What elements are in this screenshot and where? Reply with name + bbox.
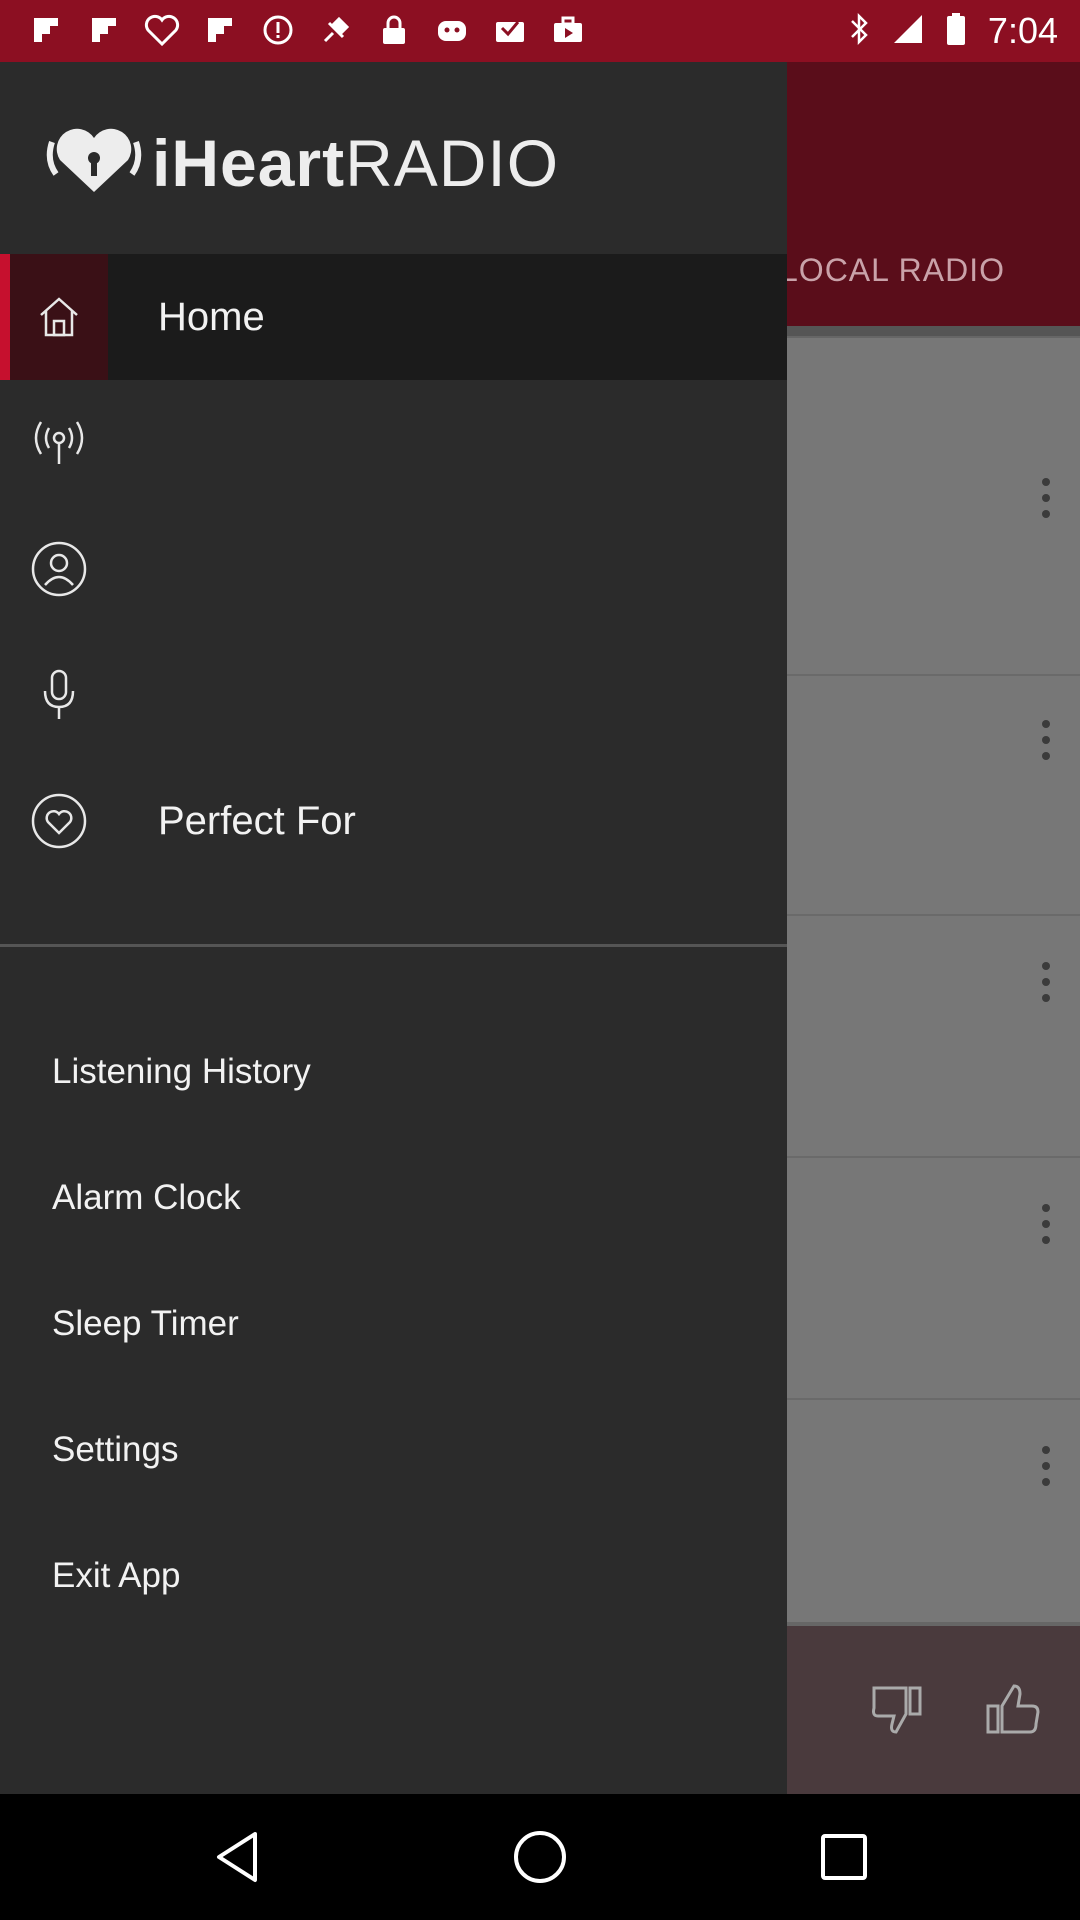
menu-item-exit-app[interactable]: Exit App	[0, 1521, 787, 1631]
nav-item-home[interactable]: Home	[0, 254, 787, 380]
heart-icon	[10, 758, 108, 884]
menu-item-label: Alarm Clock	[52, 1178, 241, 1217]
alert-icon	[260, 12, 296, 48]
active-indicator	[0, 254, 10, 380]
tab-local-radio[interactable]: LOCAL RADIO	[780, 252, 1005, 289]
more-options-icon[interactable]	[1040, 962, 1052, 1002]
notification-icons	[28, 12, 586, 48]
logo-wordmark-light: RADIO	[345, 125, 560, 200]
status-bar: 7:04	[0, 0, 1080, 62]
iheartradio-logo: iHeartRADIO	[46, 124, 559, 201]
more-options-icon[interactable]	[1040, 1446, 1052, 1486]
nav-item-live-radio[interactable]	[0, 380, 787, 506]
back-icon[interactable]	[208, 1827, 268, 1887]
radio-broadcast-icon	[10, 380, 108, 506]
logo-wordmark-bold: iHeart	[152, 125, 346, 200]
inbox-icon	[492, 12, 528, 48]
flipboard-icon	[28, 12, 64, 48]
nav-item-podcasts[interactable]	[0, 632, 787, 758]
logo-wordmark: iHeartRADIO	[152, 125, 559, 201]
app-screen: 7:04 LOCAL RADIO iHeartRADIO Home Perfec…	[0, 0, 1080, 1920]
nav-item-perfect-for[interactable]: Perfect For	[0, 758, 787, 884]
menu-item-label: Exit App	[52, 1556, 181, 1595]
user-icon	[10, 506, 108, 632]
clock: 7:04	[987, 10, 1058, 51]
menu-item-label: Listening History	[52, 1052, 311, 1091]
thumbs-up-icon[interactable]	[982, 1680, 1042, 1740]
flipboard-icon	[86, 12, 122, 48]
home-icon	[10, 254, 108, 380]
more-options-icon[interactable]	[1040, 1204, 1052, 1244]
system-status: 7:04	[848, 8, 1058, 54]
menu-item-alarm-clock[interactable]: Alarm Clock	[0, 1143, 787, 1253]
lock-icon	[376, 12, 412, 48]
microphone-icon	[10, 632, 108, 758]
home-button-icon[interactable]	[510, 1827, 570, 1887]
signal-icon	[892, 13, 924, 50]
drawer-divider	[0, 944, 787, 947]
menu-item-settings[interactable]: Settings	[0, 1395, 787, 1505]
more-options-icon[interactable]	[1040, 720, 1052, 760]
nav-item-label: Perfect For	[158, 798, 356, 843]
fake-gps-icon	[318, 12, 354, 48]
navigation-drawer: iHeartRADIO Home Perfect For Listening H…	[0, 62, 787, 1794]
iheart-logo-icon	[46, 124, 142, 201]
iheart-icon	[144, 12, 180, 48]
battery-icon	[946, 12, 966, 51]
flipboard-icon	[202, 12, 238, 48]
briefcase-icon	[550, 12, 586, 48]
system-navigation-bar	[0, 1794, 1080, 1920]
drawer-header: iHeartRADIO	[0, 62, 787, 254]
thumbs-down-icon[interactable]	[866, 1680, 926, 1740]
bluetooth-icon	[848, 12, 870, 51]
recent-apps-icon[interactable]	[814, 1827, 874, 1887]
menu-item-listening-history[interactable]: Listening History	[0, 1017, 787, 1127]
menu-item-sleep-timer[interactable]: Sleep Timer	[0, 1269, 787, 1379]
menu-item-label: Settings	[52, 1430, 179, 1469]
nav-item-label: Home	[158, 294, 265, 339]
menu-item-label: Sleep Timer	[52, 1304, 239, 1343]
nav-item-artist-radio[interactable]	[0, 506, 787, 632]
more-options-icon[interactable]	[1040, 478, 1052, 518]
android-icon	[434, 12, 470, 48]
